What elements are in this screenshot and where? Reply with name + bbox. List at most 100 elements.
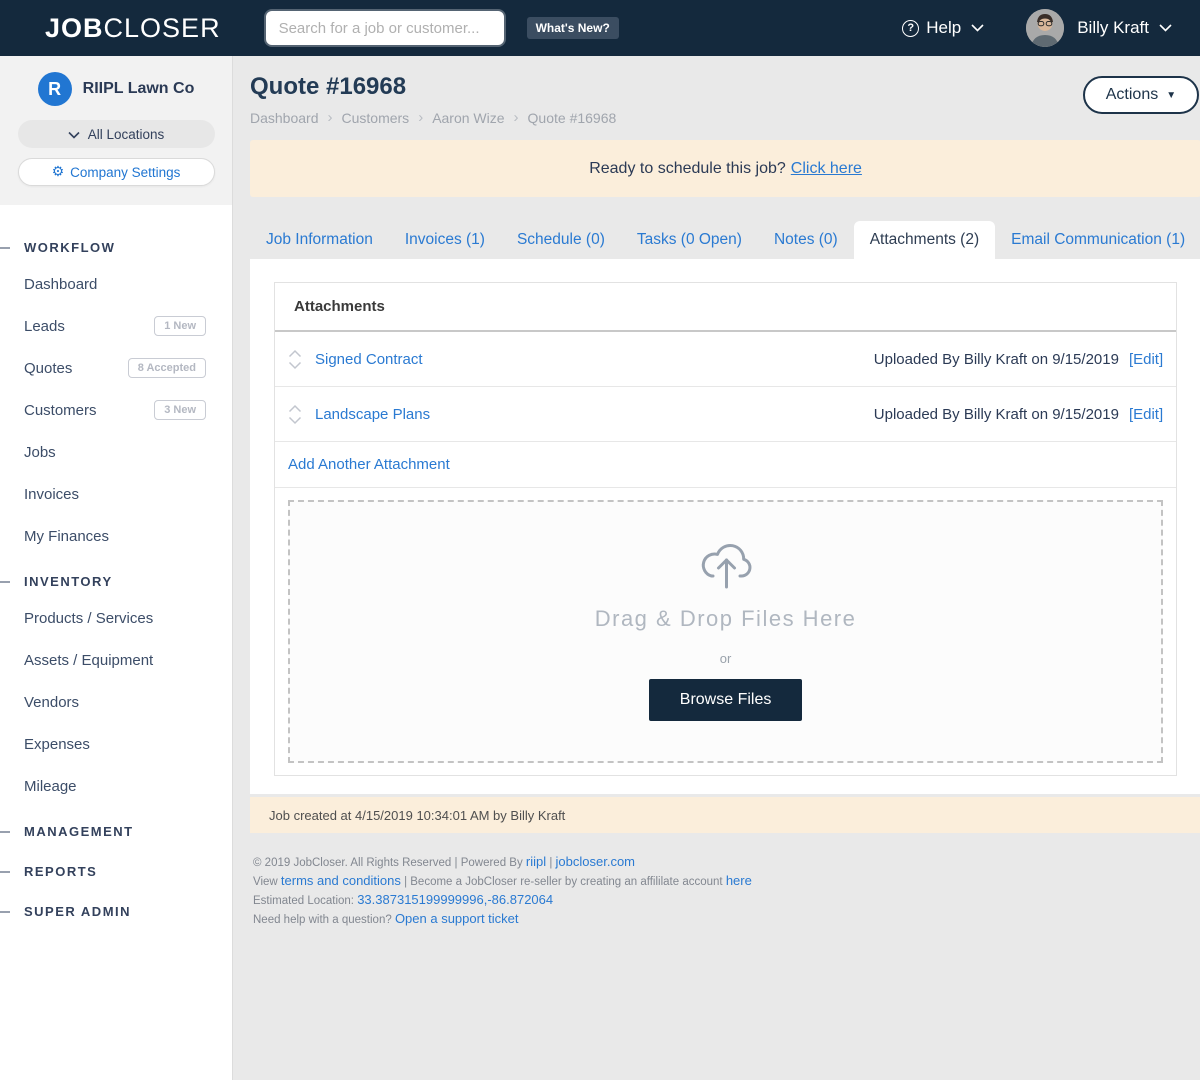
attachment-edit-link[interactable]: [Edit] bbox=[1129, 406, 1163, 423]
footer-link[interactable]: Open a support ticket bbox=[395, 911, 519, 926]
app-logo: JOBCLOSER bbox=[45, 13, 221, 44]
sidebar-section-label: WORKFLOW bbox=[24, 240, 115, 255]
company-row: R RIIPL Lawn Co bbox=[0, 72, 232, 106]
tab-bar: Job Information Invoices (1) Schedule (0… bbox=[250, 221, 1200, 259]
sidebar-item-label: Mileage bbox=[24, 778, 77, 795]
alert-click-here-link[interactable]: Click here bbox=[791, 160, 862, 178]
footer-link[interactable]: riipl bbox=[526, 854, 546, 869]
sidebar-item-quotes[interactable]: Quotes 8 Accepted bbox=[0, 347, 232, 389]
sidebar-item-label: Products / Services bbox=[24, 610, 153, 627]
all-locations-dropdown[interactable]: All Locations bbox=[18, 120, 215, 148]
dash-icon bbox=[0, 831, 10, 833]
sidebar-item-label: My Finances bbox=[24, 528, 109, 545]
sidebar-section-inventory[interactable]: INVENTORY bbox=[0, 565, 232, 597]
attachments-card-title: Attachments bbox=[275, 283, 1176, 332]
company-settings-button[interactable]: ⚙ Company Settings bbox=[18, 158, 215, 186]
sidebar-item-mileage[interactable]: Mileage bbox=[0, 765, 232, 807]
breadcrumb-item[interactable]: Customers bbox=[342, 110, 410, 126]
global-search-input[interactable] bbox=[266, 11, 504, 45]
tab-invoices-1[interactable]: Invoices (1) bbox=[389, 221, 501, 259]
top-navbar: JOBCLOSER What's New? ? Help Billy Kraft bbox=[0, 0, 1200, 56]
tab-notes-0[interactable]: Notes (0) bbox=[758, 221, 854, 259]
footer-link[interactable]: here bbox=[726, 873, 752, 888]
footer-link[interactable]: terms and conditions bbox=[281, 873, 401, 888]
footer-text: Estimated Location: bbox=[253, 895, 357, 907]
sidebar-item-label: Leads bbox=[24, 318, 65, 335]
footer-line: © 2019 JobCloser. All Rights Reserved | … bbox=[253, 854, 1200, 871]
sidebar-item-badge: 1 New bbox=[154, 316, 206, 336]
chevron-up-icon bbox=[288, 349, 302, 358]
company-settings-label: Company Settings bbox=[70, 165, 180, 180]
sidebar-item-dashboard[interactable]: Dashboard bbox=[0, 263, 232, 305]
actions-button[interactable]: Actions ▼ bbox=[1083, 76, 1199, 114]
sidebar-item-vendors[interactable]: Vendors bbox=[0, 681, 232, 723]
sidebar-item-label: Quotes bbox=[24, 360, 72, 377]
dash-icon bbox=[0, 581, 10, 583]
sidebar-section-label: SUPER ADMIN bbox=[24, 904, 131, 919]
caret-down-icon: ▼ bbox=[1166, 90, 1176, 101]
sidebar-company-block: R RIIPL Lawn Co All Locations ⚙ Company … bbox=[0, 56, 232, 205]
tab-tasks-0-open[interactable]: Tasks (0 Open) bbox=[621, 221, 758, 259]
sidebar-item-badge: 8 Accepted bbox=[128, 358, 206, 378]
sidebar: R RIIPL Lawn Co All Locations ⚙ Company … bbox=[0, 56, 233, 1080]
sidebar-section-label: REPORTS bbox=[24, 864, 97, 879]
navbar-right: ? Help Billy Kraft bbox=[902, 0, 1172, 56]
main-content: Quote #16968 Dashboard › Customers › Aar… bbox=[233, 56, 1200, 1080]
reorder-handle[interactable] bbox=[288, 349, 302, 370]
file-dropzone[interactable]: Drag & Drop Files Here or Browse Files bbox=[288, 500, 1163, 763]
job-created-status-bar: Job created at 4/15/2019 10:34:01 AM by … bbox=[250, 797, 1200, 833]
chevron-down-icon[interactable] bbox=[1159, 19, 1172, 37]
footer-line: Need help with a question? Open a suppor… bbox=[253, 911, 1200, 928]
breadcrumb-item[interactable]: Quote #16968 bbox=[528, 110, 617, 126]
logo-light: CLOSER bbox=[104, 13, 221, 43]
whats-new-button[interactable]: What's New? bbox=[527, 17, 619, 39]
sidebar-section-super-admin[interactable]: SUPER ADMIN bbox=[0, 895, 232, 927]
sidebar-section-label: MANAGEMENT bbox=[24, 824, 134, 839]
tab-job-information[interactable]: Job Information bbox=[250, 221, 389, 259]
breadcrumb-item[interactable]: Dashboard bbox=[250, 110, 319, 126]
sidebar-item-products-services[interactable]: Products / Services bbox=[0, 597, 232, 639]
sidebar-section-workflow[interactable]: WORKFLOW bbox=[0, 231, 232, 263]
avatar[interactable] bbox=[1026, 9, 1064, 47]
tab-schedule-0[interactable]: Schedule (0) bbox=[501, 221, 621, 259]
footer-text: | bbox=[546, 857, 555, 869]
sidebar-item-customers[interactable]: Customers 3 New bbox=[0, 389, 232, 431]
actions-label: Actions bbox=[1106, 86, 1158, 104]
tab-attachments-2[interactable]: Attachments (2) bbox=[854, 221, 995, 259]
user-name[interactable]: Billy Kraft bbox=[1077, 18, 1149, 38]
sidebar-item-expenses[interactable]: Expenses bbox=[0, 723, 232, 765]
sidebar-item-invoices[interactable]: Invoices bbox=[0, 473, 232, 515]
sidebar-item-leads[interactable]: Leads 1 New bbox=[0, 305, 232, 347]
attachment-name-link[interactable]: Landscape Plans bbox=[315, 406, 430, 423]
sidebar-item-label: Dashboard bbox=[24, 276, 97, 293]
footer-text: Need help with a question? bbox=[253, 914, 395, 926]
logo-bold: JOB bbox=[45, 13, 104, 43]
attachment-name-link[interactable]: Signed Contract bbox=[315, 351, 423, 368]
sidebar-item-label: Assets / Equipment bbox=[24, 652, 153, 669]
attachment-edit-link[interactable]: [Edit] bbox=[1129, 351, 1163, 368]
sidebar-item-assets-equipment[interactable]: Assets / Equipment bbox=[0, 639, 232, 681]
page-header: Quote #16968 Dashboard › Customers › Aar… bbox=[250, 56, 1200, 126]
browse-files-button[interactable]: Browse Files bbox=[649, 679, 803, 721]
breadcrumb-separator-icon: › bbox=[505, 109, 528, 126]
help-menu[interactable]: ? Help bbox=[902, 18, 984, 38]
footer-link[interactable]: 33.387315199999996,-86.872064 bbox=[357, 892, 553, 907]
attachment-row: Landscape Plans Uploaded By Billy Kraft … bbox=[275, 387, 1176, 442]
chevron-down-icon bbox=[971, 19, 984, 37]
sidebar-section-reports[interactable]: REPORTS bbox=[0, 855, 232, 887]
footer-link[interactable]: jobcloser.com bbox=[556, 854, 635, 869]
reorder-handle[interactable] bbox=[288, 404, 302, 425]
breadcrumb-item[interactable]: Aaron Wize bbox=[432, 110, 504, 126]
sidebar-item-my-finances[interactable]: My Finances bbox=[0, 515, 232, 557]
tab-email-communication-1[interactable]: Email Communication (1) bbox=[995, 221, 1200, 259]
add-another-attachment-link[interactable]: Add Another Attachment bbox=[288, 456, 450, 473]
attachments-card: Attachments Signed Contract Uploaded By … bbox=[274, 282, 1177, 776]
sidebar-section-label: INVENTORY bbox=[24, 574, 113, 589]
breadcrumb-separator-icon: › bbox=[319, 109, 342, 126]
dash-icon bbox=[0, 911, 10, 913]
sidebar-item-label: Expenses bbox=[24, 736, 90, 753]
sidebar-item-jobs[interactable]: Jobs bbox=[0, 431, 232, 473]
sidebar-section-management[interactable]: MANAGEMENT bbox=[0, 815, 232, 847]
dropzone-or-label: or bbox=[720, 651, 732, 666]
company-name: RIIPL Lawn Co bbox=[83, 80, 195, 98]
